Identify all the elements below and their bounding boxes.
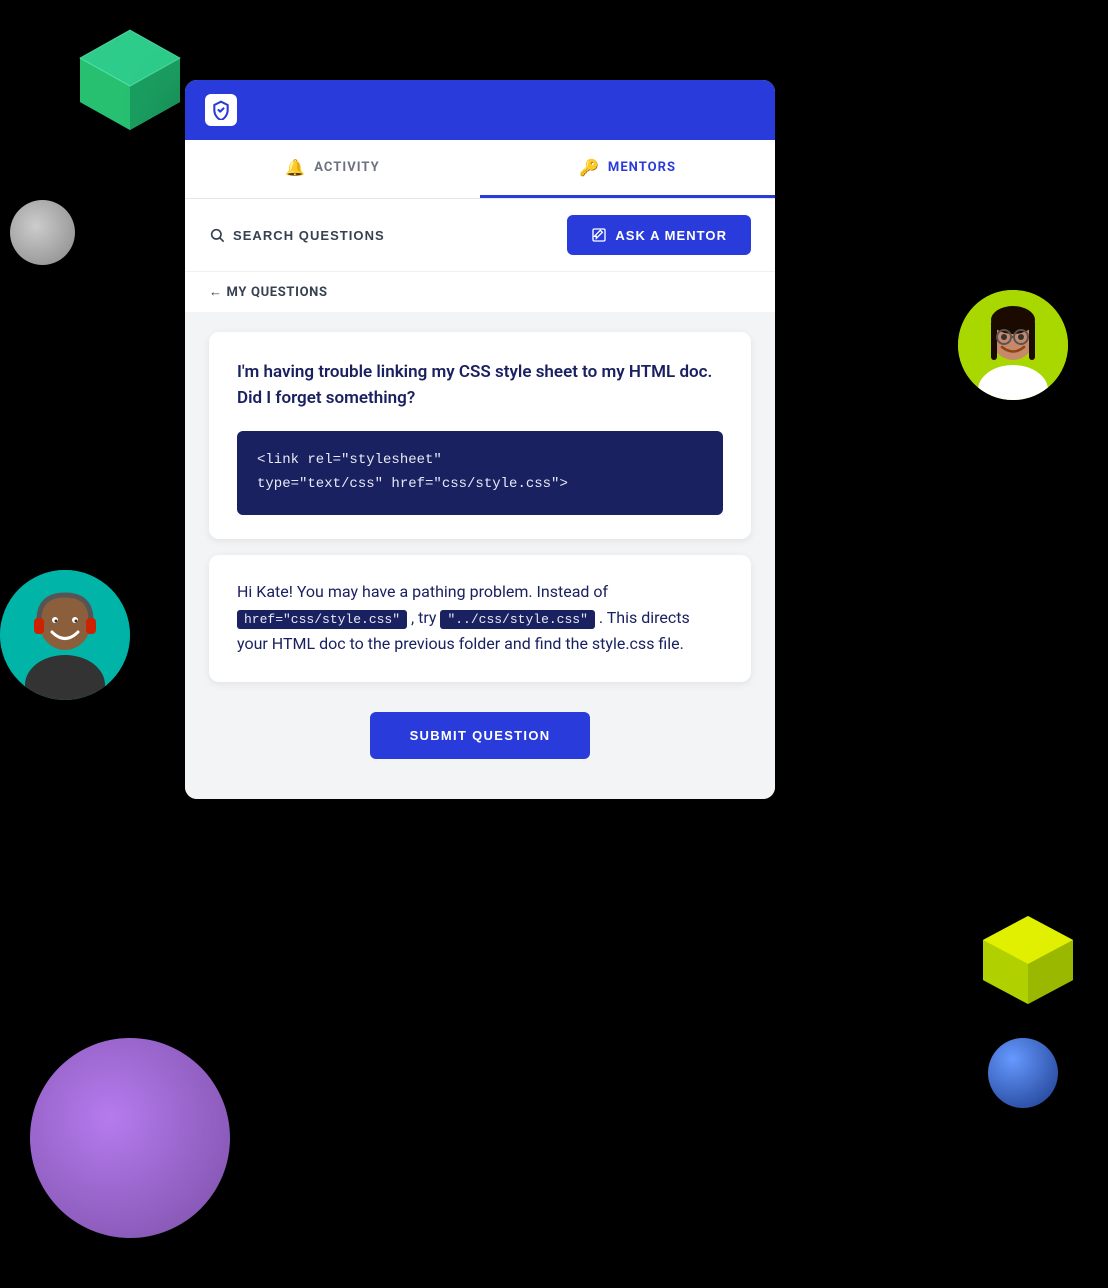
answer-code-1: href="css/style.css" (237, 610, 407, 629)
blue-ball-decoration (988, 1038, 1058, 1108)
app-content: I'm having trouble linking my CSS style … (185, 312, 775, 799)
submit-label: SUBMIT QUESTION (410, 728, 551, 743)
app-toolbar: SEARCH QUESTIONS ASK A MENTOR (185, 199, 775, 272)
app-window: 🔔 ACTIVITY 🔑 MENTORS SEARCH QUESTIONS AS… (185, 80, 775, 799)
back-navigation[interactable]: ← MY QUESTIONS (185, 272, 775, 312)
tab-activity-label: ACTIVITY (314, 160, 379, 175)
question-text: I'm having trouble linking my CSS style … (237, 360, 723, 411)
tab-mentors[interactable]: 🔑 MENTORS (480, 140, 775, 198)
ask-mentor-button[interactable]: ASK A MENTOR (567, 215, 751, 255)
search-questions-label: SEARCH QUESTIONS (233, 228, 385, 243)
mentor-avatar-circle (958, 290, 1068, 400)
student-avatar-circle (0, 570, 130, 700)
app-logo (205, 94, 237, 126)
code-block: <link rel="stylesheet" type="text/css" h… (237, 431, 723, 515)
tab-mentors-label: MENTORS (608, 160, 676, 175)
answer-intro: Hi Kate! You may have a pathing problem.… (237, 582, 608, 601)
question-card: I'm having trouble linking my CSS style … (209, 332, 751, 539)
answer-mid: , try (407, 608, 440, 627)
submit-wrapper: SUBMIT QUESTION (209, 702, 751, 769)
app-navigation: 🔔 ACTIVITY 🔑 MENTORS (185, 140, 775, 199)
lime-cube-decoration (978, 908, 1078, 1008)
mentors-icon: 🔑 (579, 158, 600, 177)
code-line-2: type="text/css" href="css/style.css"> (257, 473, 703, 497)
purple-circle-decoration (30, 1038, 230, 1238)
app-header (185, 80, 775, 140)
submit-question-button[interactable]: SUBMIT QUESTION (370, 712, 591, 759)
edit-icon (591, 227, 607, 243)
ask-mentor-label: ASK A MENTOR (615, 228, 727, 243)
code-line-1: <link rel="stylesheet" (257, 449, 703, 473)
green-cube-decoration (70, 20, 190, 140)
activity-icon: 🔔 (285, 158, 306, 177)
back-nav-label: ← MY QUESTIONS (209, 284, 328, 300)
search-icon (209, 227, 225, 243)
search-questions-button[interactable]: SEARCH QUESTIONS (209, 227, 385, 243)
answer-code-2: "../css/style.css" (440, 610, 594, 629)
tab-activity[interactable]: 🔔 ACTIVITY (185, 140, 480, 198)
gray-circle-decoration (10, 200, 75, 265)
answer-card: Hi Kate! You may have a pathing problem.… (209, 555, 751, 682)
